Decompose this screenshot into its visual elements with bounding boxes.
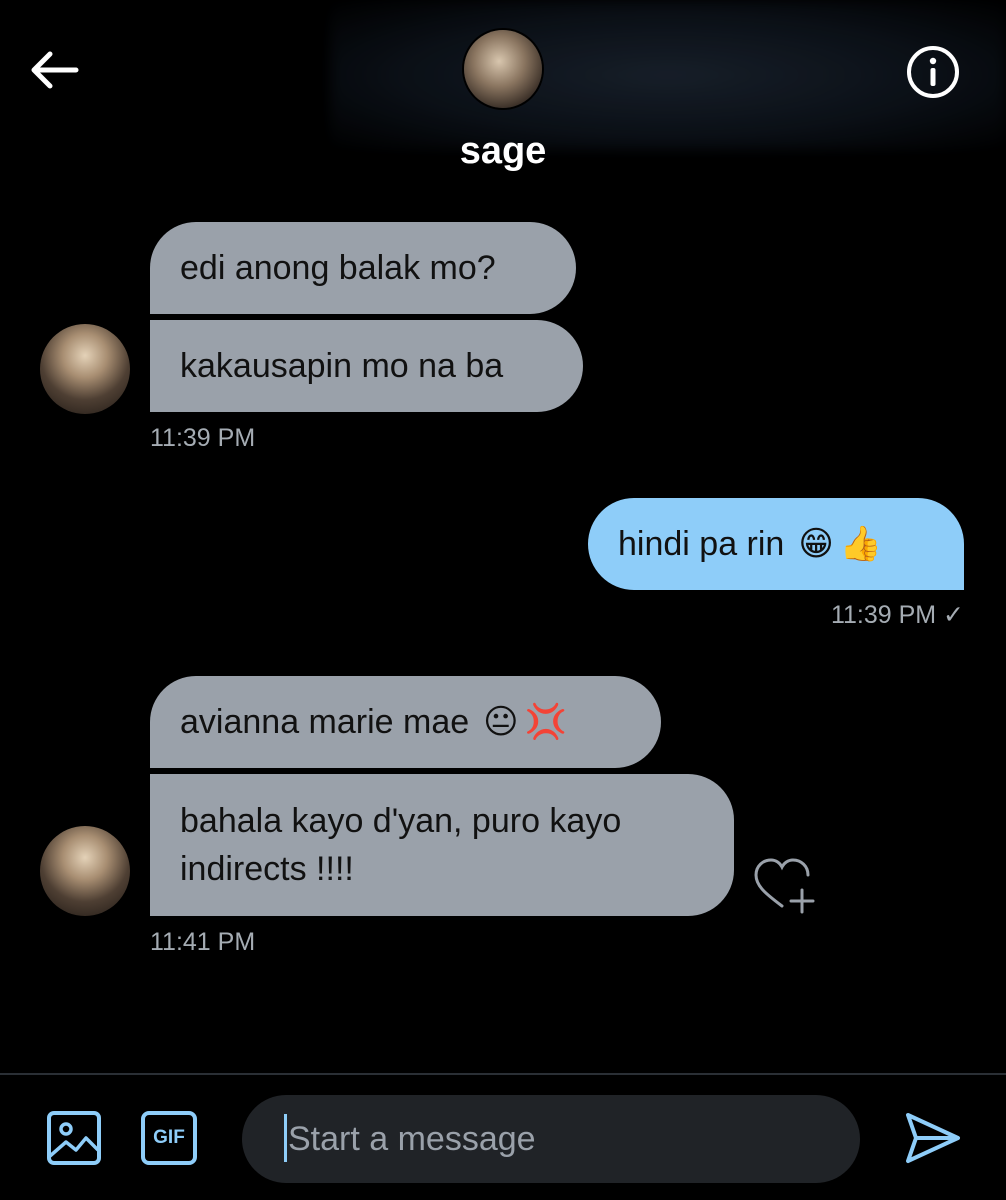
gif-button[interactable]: GIF (140, 1110, 198, 1166)
thumbs-up-emoji: 👍 (839, 524, 883, 564)
grinning-emoji: 😁 (798, 524, 834, 564)
message-timestamp: 11:41 PM (150, 928, 256, 956)
message-text: kakausapin mo na ba (180, 347, 504, 385)
message-text: avianna marie mae (180, 703, 470, 741)
send-icon (906, 1113, 960, 1163)
message-timestamp: 11:39 PM (150, 424, 256, 452)
anger-symbol-emoji: 💢 (524, 702, 567, 742)
back-button[interactable] (26, 46, 82, 94)
info-icon (907, 46, 959, 98)
message-bubble[interactable]: bahala kayo d'yan, puro kayo indirects !… (150, 774, 734, 916)
message-timestamp: 11:39 PM ✓ (830, 601, 964, 629)
message-text: hindi pa rin (618, 525, 785, 563)
message-bubble[interactable]: hindi pa rin 😁 👍 (588, 498, 964, 590)
message-input[interactable] (286, 1118, 860, 1160)
sender-avatar[interactable] (40, 324, 130, 414)
message-text-line: bahala kayo d'yan, puro kayo (180, 802, 622, 840)
message-bubble[interactable]: avianna marie mae 😐 💢 (150, 676, 661, 768)
text-caret (284, 1114, 287, 1162)
sender-avatar[interactable] (40, 826, 130, 916)
message-input-container[interactable] (242, 1095, 860, 1183)
conversation-title[interactable]: sage (0, 130, 1006, 173)
header-avatar[interactable] (464, 30, 542, 108)
back-arrow-icon (31, 51, 79, 89)
neutral-face-emoji: 😐 (483, 702, 519, 742)
react-button[interactable] (752, 856, 816, 914)
image-button[interactable] (46, 1110, 102, 1166)
composer-divider (0, 1073, 1006, 1075)
message-bubble[interactable]: kakausapin mo na ba (150, 320, 583, 412)
info-button[interactable] (905, 44, 961, 100)
send-button[interactable] (902, 1110, 962, 1166)
image-icon (47, 1111, 101, 1165)
message-text: edi anong balak mo? (180, 249, 496, 287)
gif-label: GIF (153, 1127, 185, 1148)
dm-conversation-screen: sage edi anong balak mo? kakausapin mo n… (0, 0, 1006, 1200)
message-bubble[interactable]: edi anong balak mo? (150, 222, 576, 314)
message-text-line: indirects !!!! (180, 850, 354, 888)
heart-plus-icon (754, 858, 815, 914)
